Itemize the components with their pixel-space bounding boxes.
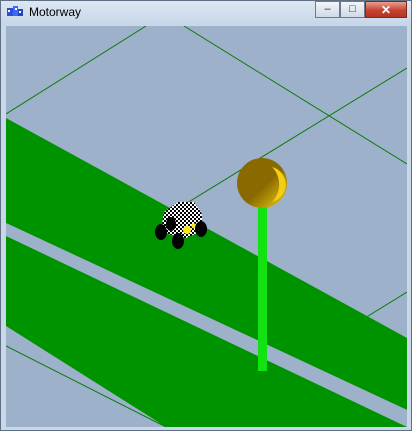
minimize-button[interactable]: – — [315, 1, 340, 18]
car-wheel — [172, 233, 184, 249]
car-headlight — [183, 226, 191, 234]
motorway-app-icon — [7, 5, 23, 19]
title-bar[interactable]: Motorway – □ ✕ — [1, 1, 411, 25]
car-wheel — [155, 224, 167, 240]
caption-buttons: – □ ✕ — [315, 1, 407, 19]
car-wheel — [195, 221, 207, 237]
window-title: Motorway — [29, 5, 82, 19]
close-icon: ✕ — [380, 2, 392, 17]
minimize-icon: – — [324, 3, 331, 15]
car-wheel — [166, 217, 176, 231]
scene-canvas — [6, 26, 407, 427]
motorway-window: Motorway – □ ✕ — [0, 0, 412, 431]
lamp-pole — [258, 206, 267, 371]
scene-viewport[interactable] — [6, 26, 407, 427]
maximize-icon: □ — [349, 3, 356, 15]
close-button[interactable]: ✕ — [365, 1, 407, 18]
maximize-button[interactable]: □ — [340, 1, 365, 18]
